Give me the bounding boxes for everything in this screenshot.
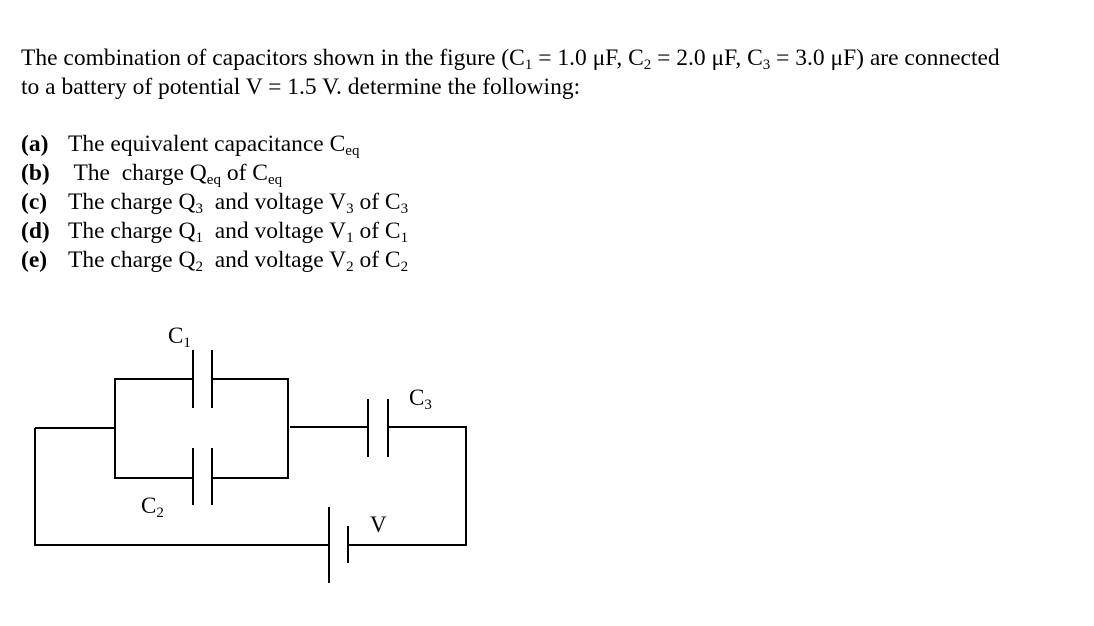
wire-parallel-left bbox=[114, 378, 193, 479]
c3-label: C3 bbox=[409, 385, 432, 413]
c2-label: C2 bbox=[141, 493, 164, 521]
c1-label: C1 bbox=[168, 323, 191, 351]
subscript: 1 bbox=[183, 335, 191, 351]
subscript: 2 bbox=[156, 505, 164, 521]
subscript: 3 bbox=[424, 397, 432, 413]
label-text: C bbox=[409, 385, 425, 410]
circuit-diagram bbox=[34, 350, 467, 583]
wire-parallel-right-top bbox=[212, 378, 289, 479]
battery-label: V bbox=[370, 512, 387, 537]
wire-right bbox=[348, 426, 467, 546]
label-text: C bbox=[141, 493, 157, 518]
wire-left-vertical bbox=[34, 428, 329, 546]
label-text: C bbox=[168, 323, 184, 348]
